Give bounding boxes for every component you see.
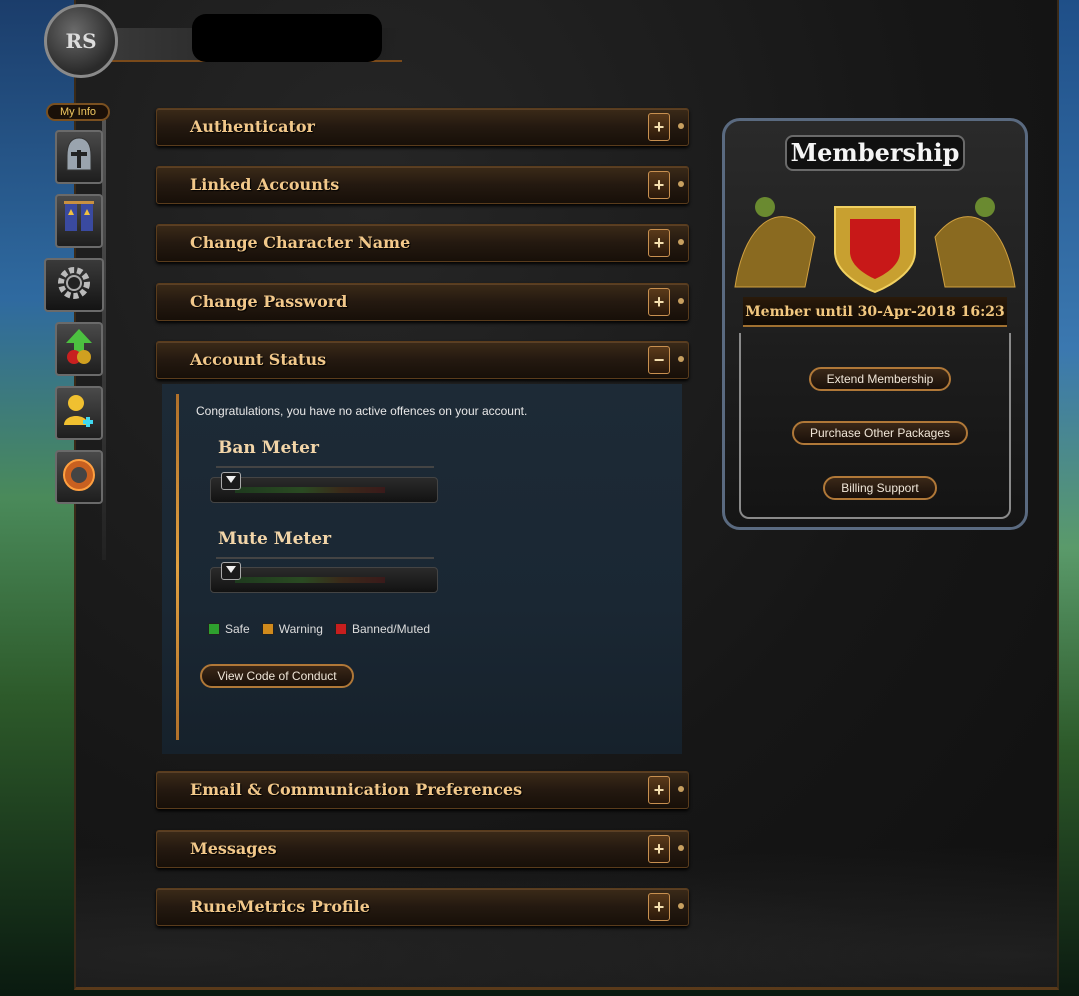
section-title: Messages <box>190 839 277 858</box>
runescape-logo-icon[interactable]: RS <box>44 4 118 78</box>
expand-button[interactable]: + <box>648 288 670 316</box>
expand-button[interactable]: + <box>648 113 670 141</box>
rivet-icon <box>678 903 684 909</box>
meter-legend: Safe Warning Banned/Muted <box>208 622 442 636</box>
helmet-icon <box>64 136 94 179</box>
section-title: Linked Accounts <box>190 175 340 194</box>
collapse-button[interactable]: − <box>648 346 670 374</box>
status-message: Congratulations, you have no active offe… <box>196 404 528 418</box>
legend-label: Warning <box>278 622 323 636</box>
section-title: Change Character Name <box>190 233 411 252</box>
expand-button[interactable]: + <box>648 835 670 863</box>
rivet-icon <box>678 239 684 245</box>
membership-title: Membership <box>785 135 965 171</box>
banned-swatch <box>334 623 347 635</box>
section-email-preferences[interactable]: Email & Communication Preferences + <box>156 771 689 809</box>
gear-icon <box>55 264 93 307</box>
legend-label: Safe <box>225 622 250 636</box>
rivet-icon <box>678 845 684 851</box>
side-nav-settings[interactable] <box>44 258 104 312</box>
section-authenticator[interactable]: Authenticator + <box>156 108 689 146</box>
membership-panel: Membership Member until 30-Apr-2018 16:2… <box>722 118 1028 530</box>
expand-button[interactable]: + <box>648 893 670 921</box>
section-title: RuneMetrics Profile <box>190 897 370 916</box>
cog-orb-icon <box>60 456 98 499</box>
ban-meter-track <box>235 487 385 493</box>
legend-banned: Banned/Muted <box>334 622 430 636</box>
side-nav-character[interactable] <box>55 130 103 184</box>
background-scenery <box>1058 0 1079 996</box>
ban-meter <box>210 472 438 503</box>
dragon-crest-icon <box>734 197 1016 294</box>
membership-expiry: Member until 30-Apr-2018 16:23 <box>743 297 1007 327</box>
purchase-other-packages-button[interactable]: Purchase Other Packages <box>792 421 968 445</box>
side-nav-clan[interactable] <box>55 194 103 248</box>
expand-button[interactable]: + <box>648 171 670 199</box>
rivet-icon <box>678 356 684 362</box>
expand-button[interactable]: + <box>648 776 670 804</box>
membership-crest <box>725 177 1025 297</box>
section-title: Change Password <box>190 292 348 311</box>
section-change-character-name[interactable]: Change Character Name + <box>156 224 689 262</box>
legend-safe: Safe <box>208 622 250 636</box>
side-nav-friends[interactable] <box>55 386 103 440</box>
add-friend-icon <box>62 391 96 436</box>
section-linked-accounts[interactable]: Linked Accounts + <box>156 166 689 204</box>
mute-meter <box>210 562 438 593</box>
divider <box>216 466 434 468</box>
extend-membership-button[interactable]: Extend Membership <box>809 367 951 391</box>
safe-swatch <box>208 623 220 635</box>
side-nav-options[interactable] <box>55 450 103 504</box>
mute-meter-track <box>235 577 385 583</box>
ban-meter-title: Ban Meter <box>218 438 319 458</box>
warning-swatch <box>261 623 274 635</box>
account-status-panel: Congratulations, you have no active offe… <box>162 384 682 754</box>
section-title: Email & Communication Preferences <box>190 780 523 799</box>
section-title: Account Status <box>190 350 327 369</box>
mute-meter-title: Mute Meter <box>218 529 332 549</box>
view-code-of-conduct-button[interactable]: View Code of Conduct <box>200 664 354 688</box>
expand-button[interactable]: + <box>648 229 670 257</box>
section-messages[interactable]: Messages + <box>156 830 689 868</box>
section-title: Authenticator <box>190 117 315 136</box>
redacted-username <box>192 14 382 62</box>
section-change-password[interactable]: Change Password + <box>156 283 689 321</box>
rivet-icon <box>678 181 684 187</box>
mute-meter-marker <box>221 562 241 580</box>
rivet-icon <box>678 786 684 792</box>
header-logo: RS <box>42 0 422 82</box>
panel-accent-line <box>176 394 179 740</box>
my-info-tab[interactable]: My Info <box>46 103 110 121</box>
side-nav-upgrade[interactable] <box>55 322 103 376</box>
section-runemetrics-profile[interactable]: RuneMetrics Profile + <box>156 888 689 926</box>
legend-warning: Warning <box>261 622 323 636</box>
banner-icon <box>62 199 96 244</box>
divider <box>216 557 434 559</box>
rivet-icon <box>678 123 684 129</box>
billing-support-button[interactable]: Billing Support <box>823 476 937 500</box>
upgrade-arrow-icon <box>62 327 96 372</box>
ban-meter-marker <box>221 472 241 490</box>
rivet-icon <box>678 298 684 304</box>
legend-label: Banned/Muted <box>351 622 430 636</box>
section-account-status[interactable]: Account Status − <box>156 341 689 379</box>
